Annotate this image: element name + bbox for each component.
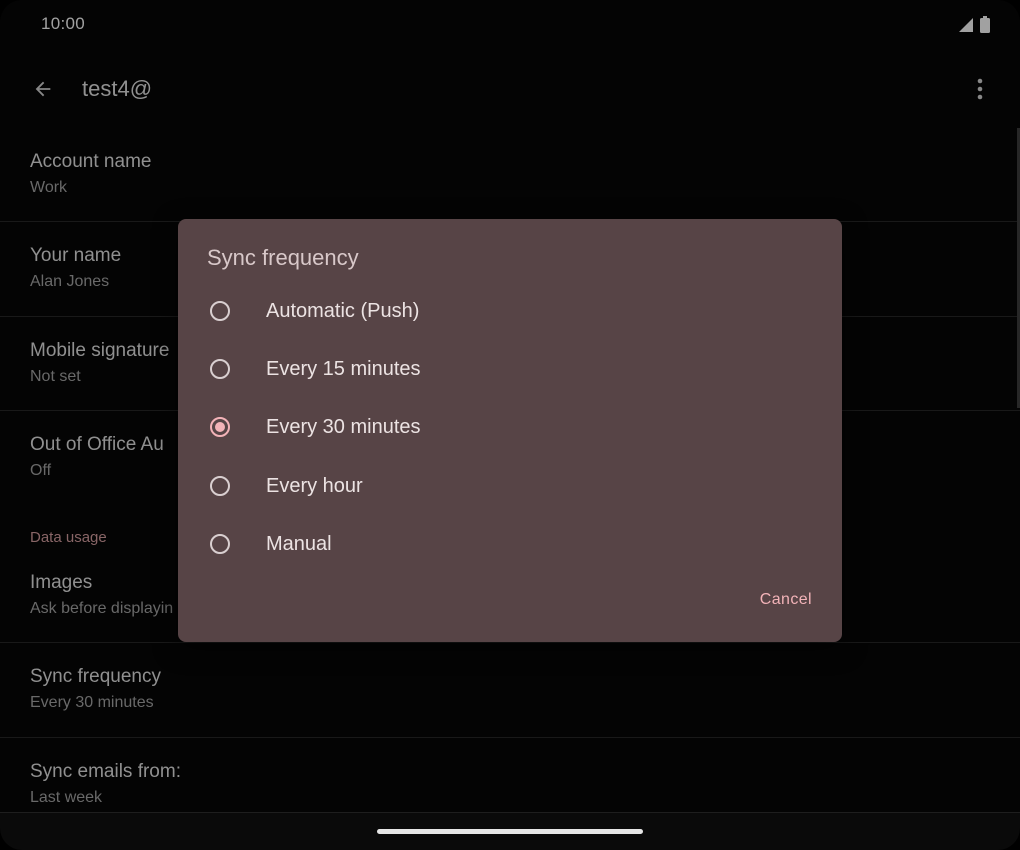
dialog-title: Sync frequency [207,245,359,270]
option-manual[interactable]: Manual [178,516,842,574]
radio-button[interactable] [210,301,230,321]
screen: 10:00 test4@ Account name Work Your name… [0,0,1020,850]
navigation-bar [0,812,1020,850]
option-every-30-minutes[interactable]: Every 30 minutes [178,399,842,457]
option-label: Every 15 minutes [266,358,421,380]
option-label: Automatic (Push) [266,300,420,322]
option-automatic-push[interactable]: Automatic (Push) [178,283,842,341]
option-label: Every 30 minutes [266,416,421,438]
gesture-handle[interactable] [377,829,643,834]
radio-button[interactable] [210,476,230,496]
option-label: Every hour [266,475,363,497]
radio-button[interactable] [210,534,230,554]
option-every-15-minutes[interactable]: Every 15 minutes [178,341,842,399]
radio-button[interactable] [210,359,230,379]
cancel-button[interactable]: Cancel [760,591,812,609]
option-label: Manual [266,533,332,555]
radio-button-selected[interactable] [210,417,230,437]
sync-frequency-dialog: Sync frequency Automatic (Push) Every 15… [178,219,842,642]
option-every-hour[interactable]: Every hour [178,458,842,516]
